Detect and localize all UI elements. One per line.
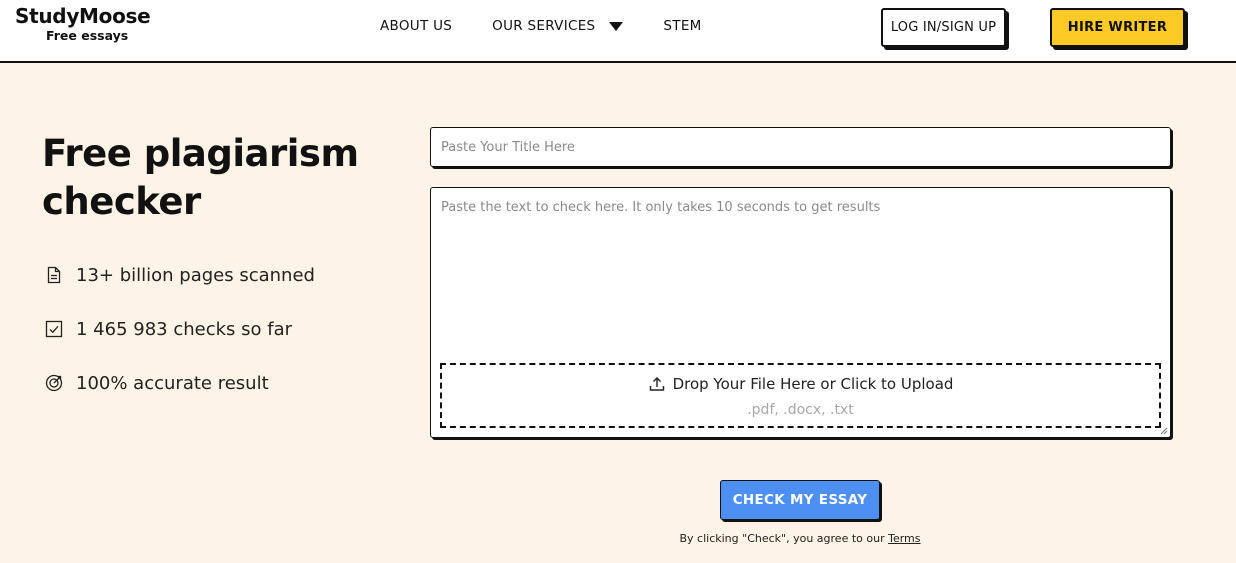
dropzone-row: Drop Your File Here or Click to Upload [442, 375, 1159, 393]
feature-text: 1 465 983 checks so far [76, 318, 293, 340]
check-essay-button[interactable]: CHECK MY ESSAY [720, 480, 880, 520]
login-signup-button[interactable]: LOG IN/SIGN UP [881, 8, 1006, 47]
nav-stem[interactable]: STEM [663, 18, 701, 34]
feature-item: 1 465 983 checks so far [44, 317, 315, 341]
nav-about-us[interactable]: ABOUT US [380, 18, 452, 34]
nav-our-services[interactable]: OUR SERVICES [492, 18, 624, 34]
logo[interactable]: StudyMoose Free essays [15, 4, 151, 43]
essay-text-box: Drop Your File Here or Click to Upload .… [430, 187, 1171, 438]
dropzone-file-types: .pdf, .docx, .txt [747, 402, 854, 418]
feature-item: 13+ billion pages scanned [44, 263, 315, 287]
dropzone-label: Drop Your File Here or Click to Upload [672, 375, 954, 393]
terms-link[interactable]: Terms [888, 532, 920, 545]
main-nav: ABOUT US OUR SERVICES STEM [380, 18, 702, 34]
logo-tagline: Free essays [46, 28, 129, 43]
resize-grip-icon[interactable] [1160, 427, 1168, 435]
title-input[interactable] [430, 127, 1171, 167]
checkbox-icon [45, 320, 63, 338]
document-icon [47, 266, 61, 284]
terms-text: By clicking "Check", you agree to our [679, 532, 889, 545]
nav-our-services-label: OUR SERVICES [492, 18, 596, 34]
file-dropzone[interactable]: Drop Your File Here or Click to Upload .… [440, 363, 1161, 428]
upload-icon [649, 377, 664, 391]
logo-name: StudyMoose [15, 4, 151, 28]
feature-item: 100% accurate result [44, 371, 315, 395]
feature-list: 13+ billion pages scanned 1 465 983 chec… [44, 263, 315, 425]
page-title: Free plagiarism checker [42, 132, 359, 223]
terms-notice: By clicking "Check", you agree to our Te… [600, 532, 1000, 545]
caret-down-icon [609, 21, 624, 31]
target-icon [45, 374, 63, 392]
feature-text: 100% accurate result [76, 372, 269, 394]
site-header: StudyMoose Free essays ABOUT US OUR SERV… [0, 0, 1236, 63]
hire-writer-button[interactable]: HIRE WRITER [1050, 8, 1185, 47]
feature-text: 13+ billion pages scanned [76, 264, 315, 286]
